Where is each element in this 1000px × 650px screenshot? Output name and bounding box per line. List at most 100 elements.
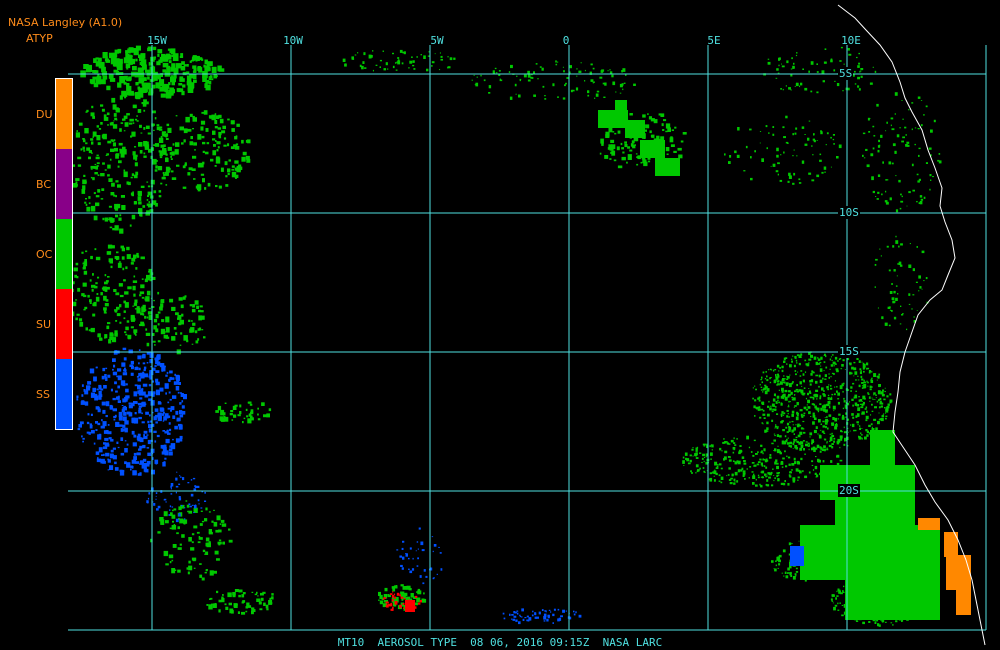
aerosol-pixel	[236, 166, 241, 173]
aerosol-pixel	[100, 122, 103, 125]
aerosol-pixel	[127, 334, 132, 339]
aerosol-pixel	[777, 426, 779, 428]
aerosol-pixel	[665, 130, 668, 133]
aerosol-pixel	[917, 585, 920, 587]
aerosol-pixel	[709, 445, 711, 448]
aerosol-pixel	[789, 441, 793, 445]
aerosol-pixel	[714, 461, 718, 466]
aerosol-pixel	[408, 557, 410, 560]
aerosol-pixel	[185, 500, 188, 502]
aerosol-pixel	[109, 465, 114, 470]
aerosol-pixel	[776, 147, 779, 152]
aerosol-pixel	[136, 375, 140, 378]
aerosol-pixel	[775, 374, 777, 377]
aerosol-pixel	[140, 402, 146, 406]
aerosol-pixel	[933, 119, 936, 123]
aerosol-pixel	[809, 392, 812, 394]
aerosol-pixel	[795, 373, 797, 376]
aerosol-pixel	[184, 162, 187, 165]
aerosol-pixel	[73, 267, 78, 272]
aerosol-pixel	[134, 308, 137, 310]
aerosol-pixel	[399, 594, 401, 597]
aerosol-pixel	[744, 478, 746, 480]
aerosol-pixel	[853, 608, 856, 610]
aerosol-pixel	[823, 390, 825, 392]
aerosol-pixel	[769, 377, 771, 380]
aerosol-pixel	[751, 462, 755, 464]
aerosol-pixel	[190, 327, 195, 333]
aerosol-pixel	[806, 445, 808, 447]
aerosol-pixel	[637, 155, 641, 159]
aerosol-pixel	[225, 175, 228, 178]
aerosol-pixel	[96, 293, 99, 296]
aerosol-pixel	[897, 263, 899, 265]
aerosol-pixel	[148, 424, 152, 428]
aerosol-pixel	[823, 361, 826, 363]
aerosol-pixel	[260, 597, 264, 601]
legend-label-du: DU	[36, 108, 53, 121]
aerosol-pixel	[139, 124, 142, 128]
aerosol-pixel	[188, 82, 195, 89]
aerosol-pixel	[760, 476, 763, 478]
aerosol-pixel	[162, 62, 169, 68]
aerosol-pixel	[911, 588, 914, 590]
aerosol-pixel	[816, 551, 820, 555]
aerosol-pixel	[808, 120, 811, 122]
aerosol-pixel	[401, 567, 404, 570]
aerosol-pixel	[773, 380, 777, 384]
aerosol-pixel	[170, 487, 172, 490]
aerosol-pixel	[854, 402, 858, 406]
aerosol-pixel	[775, 170, 779, 173]
aerosol-pixel	[872, 617, 875, 619]
aerosol-pixel	[828, 406, 831, 409]
aerosol-pixel	[180, 66, 186, 71]
legend-label-bc: BC	[36, 178, 52, 191]
aerosol-pixel	[122, 149, 127, 155]
aerosol-pixel	[887, 403, 890, 406]
aerosol-pixel	[419, 575, 422, 578]
aerosol-pixel	[829, 433, 832, 435]
aerosol-pixel	[796, 411, 799, 415]
aerosol-pixel	[739, 445, 742, 447]
aerosol-pixel	[123, 300, 126, 304]
aerosol-pixel	[798, 362, 801, 366]
aerosol-pixel	[715, 467, 719, 469]
aerosol-pixel	[100, 292, 103, 296]
aerosol-pixel	[179, 402, 182, 405]
aerosol-pixel	[531, 614, 534, 617]
aerosol-pixel	[815, 389, 819, 392]
aerosol-pixel	[117, 203, 121, 209]
aerosol-pixel	[641, 157, 646, 160]
aerosol-pixel	[852, 416, 855, 419]
aerosol-pixel	[818, 363, 821, 365]
aerosol-pixel	[727, 456, 731, 458]
aerosol-pixel	[164, 431, 168, 434]
aerosol-pixel	[678, 154, 683, 159]
aerosol-pixel	[164, 498, 167, 501]
aerosol-pixel	[518, 621, 521, 625]
aerosol-pixel	[177, 547, 182, 550]
aerosol-pixel	[130, 262, 134, 265]
aerosol-pixel	[596, 90, 600, 93]
aerosol-pixel	[792, 65, 795, 69]
aerosol-pixel	[171, 559, 174, 562]
aerosol-pixel	[403, 592, 408, 597]
aerosol-pixel	[920, 198, 924, 201]
aerosol-pixel	[173, 73, 177, 79]
aerosol-pixel	[885, 130, 887, 132]
aerosol-pixel	[781, 466, 784, 468]
aerosol-pixel	[85, 327, 88, 331]
aerosol-pixel	[683, 465, 685, 466]
aerosol-pixel	[83, 174, 86, 177]
aerosol-pixel	[821, 405, 824, 408]
aerosol-pixel	[768, 400, 770, 403]
aerosol-pixel	[774, 448, 777, 452]
aerosol-pixel	[820, 131, 823, 135]
aerosol-pixel	[157, 291, 160, 295]
aerosol-pixel	[107, 459, 111, 463]
aerosol-pixel	[728, 467, 731, 470]
aerosol-pixel	[837, 609, 840, 611]
aerosol-pixel	[831, 354, 834, 356]
aerosol-pixel	[835, 357, 838, 360]
aerosol-pixel	[891, 297, 895, 300]
